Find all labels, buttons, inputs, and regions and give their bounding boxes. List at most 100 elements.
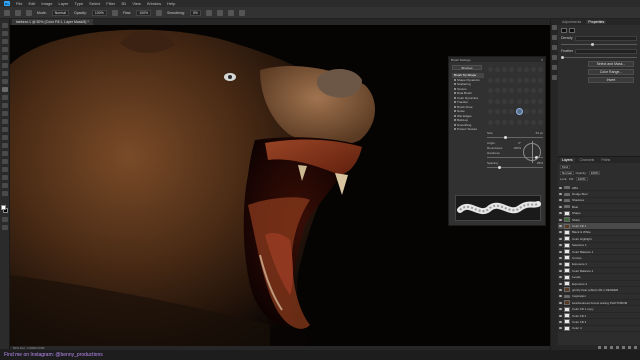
visibility-eye-icon[interactable] — [559, 244, 562, 247]
angle-icon[interactable] — [216, 9, 223, 16]
section-protect-texture[interactable]: Protect Texture — [452, 127, 484, 132]
brush-tip[interactable] — [516, 119, 522, 125]
add-mask-icon[interactable] — [610, 346, 613, 349]
brush-tip[interactable] — [502, 109, 508, 115]
density-field[interactable] — [574, 35, 637, 41]
brush-tip[interactable] — [531, 67, 537, 73]
brush-tip[interactable] — [509, 109, 515, 115]
tab-properties[interactable]: Properties — [586, 20, 607, 24]
opacity-field[interactable]: 100% — [91, 9, 107, 16]
pen-tool-icon[interactable] — [1, 143, 8, 148]
roundness-value[interactable]: 100% — [513, 146, 521, 150]
brush-tip[interactable] — [531, 109, 537, 115]
move-tool-icon[interactable] — [1, 23, 8, 28]
visibility-eye-icon[interactable] — [559, 250, 562, 253]
pressure-size-icon[interactable] — [227, 9, 234, 16]
gradient-tool-icon[interactable] — [1, 119, 8, 124]
layer-row[interactable]: Color 4 — [558, 325, 640, 332]
visibility-eye-icon[interactable] — [559, 276, 562, 279]
eraser-tool-icon[interactable] — [1, 111, 8, 116]
path-select-tool-icon[interactable] — [1, 159, 8, 164]
visibility-eye-icon[interactable] — [559, 301, 562, 304]
checkbox[interactable] — [454, 119, 456, 122]
visibility-eye-icon[interactable] — [559, 288, 562, 291]
menu-3d[interactable]: 3D — [121, 1, 126, 6]
menu-view[interactable]: View — [132, 1, 141, 6]
slider-knob[interactable] — [503, 136, 507, 139]
angle-value[interactable]: 0° — [518, 141, 521, 145]
brush-tip[interactable] — [487, 98, 493, 104]
select-and-mask-button[interactable]: Select and Mask... — [588, 61, 634, 67]
shape-tool-icon[interactable] — [1, 167, 8, 172]
brush-tip[interactable] — [494, 98, 500, 104]
menu-filter[interactable]: Filter — [106, 1, 115, 6]
checkbox[interactable] — [454, 114, 456, 117]
visibility-eye-icon[interactable] — [559, 231, 562, 234]
adjustment-layer-icon[interactable] — [616, 346, 619, 349]
brush-tip[interactable] — [523, 109, 529, 115]
brush-tip[interactable] — [538, 67, 544, 73]
flow-field[interactable]: 100% — [136, 9, 152, 16]
size-value[interactable]: 53 px — [536, 131, 543, 135]
visibility-eye-icon[interactable] — [559, 225, 562, 228]
pressure-opacity-icon[interactable] — [111, 9, 118, 16]
brush-tip[interactable] — [487, 109, 493, 115]
checkbox[interactable] — [454, 123, 456, 126]
tab-adjustments[interactable]: Adjustments — [560, 20, 583, 24]
brush-tip[interactable] — [502, 98, 508, 104]
gear-icon[interactable] — [205, 9, 212, 16]
brush-settings-header[interactable]: Brush Settings ≡ — [449, 57, 545, 62]
foreground-color-swatch[interactable] — [1, 205, 6, 210]
brush-tip[interactable] — [523, 67, 529, 73]
history-brush-tool-icon[interactable] — [1, 103, 8, 108]
panel-menu-icon[interactable]: ≡ — [541, 58, 543, 62]
brush-tip[interactable] — [494, 67, 500, 73]
more-tools-icon[interactable] — [1, 191, 8, 196]
brush-preset-icon[interactable] — [26, 9, 32, 16]
visibility-eye-icon[interactable] — [559, 193, 562, 196]
new-group-icon[interactable] — [622, 346, 625, 349]
brush-tip[interactable] — [516, 98, 522, 104]
slider-knob[interactable] — [498, 166, 502, 169]
brush-tip[interactable] — [538, 88, 544, 94]
density-slider[interactable] — [561, 43, 637, 46]
color-swatches[interactable] — [1, 205, 8, 214]
brush-tip[interactable] — [538, 77, 544, 83]
spacing-slider[interactable] — [487, 166, 543, 169]
brush-tip[interactable] — [509, 88, 515, 94]
brush-tip[interactable] — [531, 88, 537, 94]
brush-tip[interactable] — [494, 77, 500, 83]
home-icon[interactable] — [4, 9, 10, 16]
checkbox[interactable] — [454, 110, 456, 113]
vector-mask-icon[interactable] — [569, 27, 575, 33]
visibility-eye-icon[interactable] — [559, 282, 562, 285]
checkbox[interactable] — [454, 92, 456, 95]
brush-tip[interactable] — [523, 77, 529, 83]
tab-layers[interactable]: Layers — [560, 158, 575, 162]
brush-tip[interactable] — [494, 88, 500, 94]
brush-tip[interactable] — [502, 77, 508, 83]
layer-style-icon[interactable] — [604, 346, 607, 349]
brushes-button[interactable]: Brushes — [452, 65, 482, 70]
size-slider[interactable] — [487, 136, 543, 139]
visibility-eye-icon[interactable] — [559, 320, 562, 323]
checkbox[interactable] — [454, 128, 456, 131]
menu-window[interactable]: Window — [147, 1, 161, 6]
spacing-value[interactable]: 25% — [537, 161, 543, 165]
brush-settings-icon[interactable] — [552, 35, 557, 40]
brush-tip[interactable] — [509, 98, 515, 104]
marquee-tool-icon[interactable] — [1, 31, 8, 36]
slider-knob[interactable] — [561, 56, 564, 59]
menu-type[interactable]: Type — [75, 1, 84, 6]
brush-tip[interactable] — [523, 98, 529, 104]
brush-tip[interactable] — [494, 119, 500, 125]
brush-tip[interactable] — [502, 88, 508, 94]
brush-tip[interactable] — [487, 119, 493, 125]
pixel-mask-icon[interactable] — [561, 27, 567, 33]
tab-channels[interactable]: Channels — [578, 158, 597, 162]
hand-tool-icon[interactable] — [1, 175, 8, 180]
paragraph-icon[interactable] — [552, 55, 557, 60]
menu-select[interactable]: Select — [89, 1, 100, 6]
history-icon[interactable] — [552, 25, 557, 30]
brush-tip[interactable] — [523, 88, 529, 94]
